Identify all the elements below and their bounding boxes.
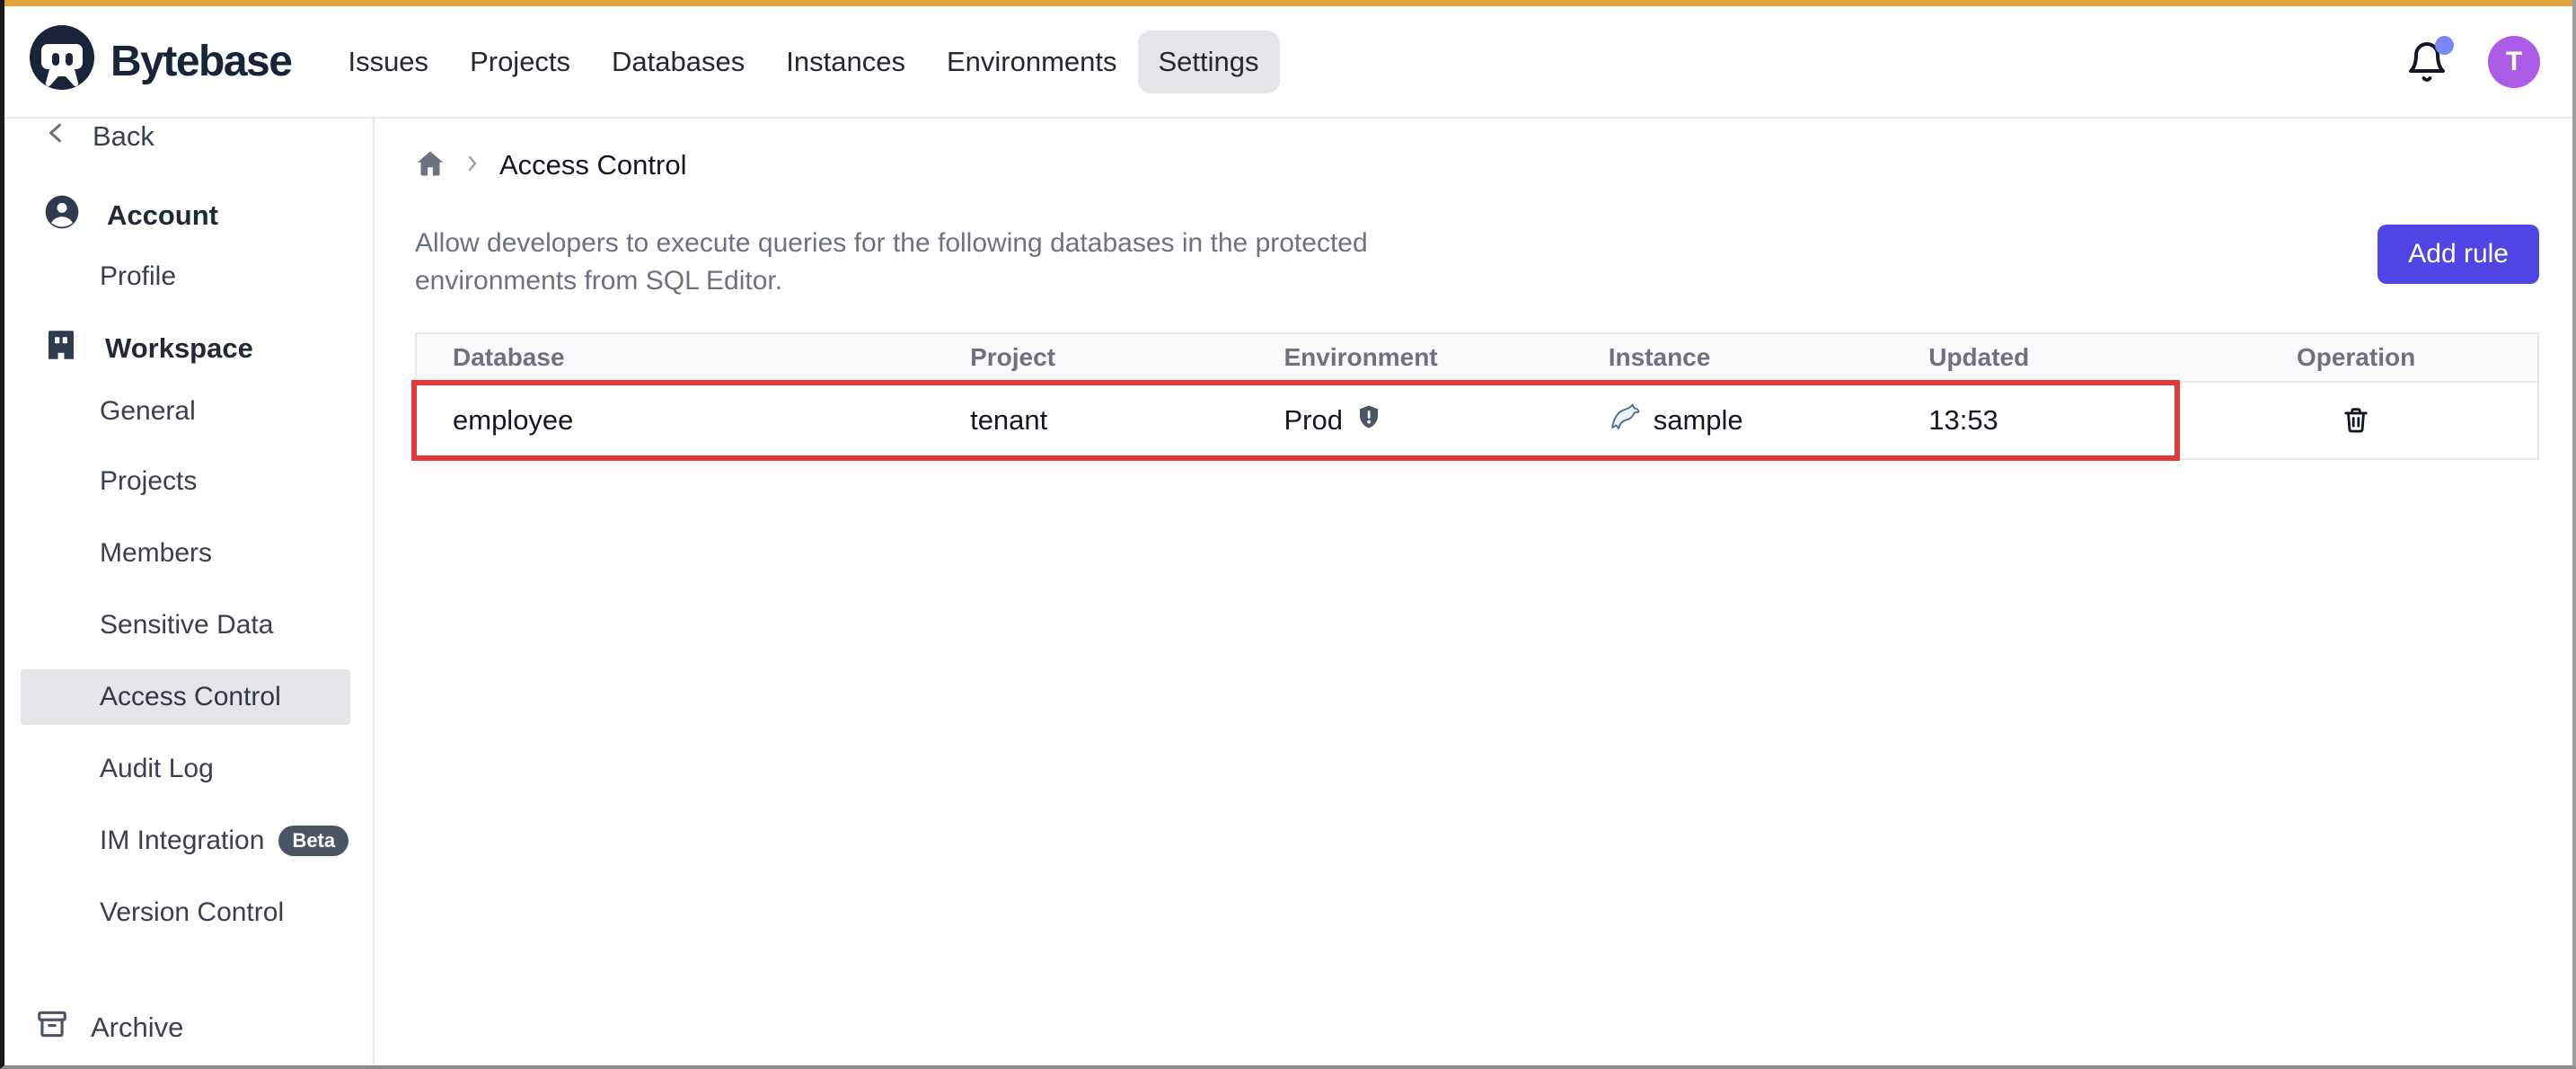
sidebar-item-version-control[interactable]: Version Control — [4, 877, 373, 949]
sidebar-item-label: Sensitive Data — [100, 610, 273, 641]
notification-dot — [2435, 36, 2454, 55]
cell-project: tenant — [934, 404, 1248, 437]
sidebar-item-projects[interactable]: Projects — [4, 446, 373, 517]
sidebar-item-label: Members — [100, 538, 212, 569]
archive-icon — [35, 1007, 69, 1048]
user-avatar[interactable]: T — [2488, 36, 2540, 88]
archive-label: Archive — [91, 1012, 183, 1044]
trash-icon — [2341, 404, 2371, 437]
sidebar-item-members[interactable]: Members — [4, 517, 373, 589]
header-right: T — [2405, 36, 2540, 88]
instance-name: sample — [1654, 404, 1743, 437]
breadcrumb: Access Control — [415, 147, 2539, 183]
column-header-project: Project — [934, 343, 1248, 372]
nav-instances[interactable]: Instances — [765, 31, 926, 93]
table-row[interactable]: employee tenant Prod — [417, 383, 2537, 458]
column-header-updated: Updated — [1892, 343, 2175, 372]
notification-bell-button[interactable] — [2405, 40, 2448, 84]
bytebase-logo-icon — [28, 23, 96, 100]
nav-settings[interactable]: Settings — [1138, 31, 1280, 93]
sidebar-item-im-integration[interactable]: IM Integration Beta — [4, 805, 373, 877]
sidebar-item-access-control[interactable]: Access Control — [21, 669, 350, 725]
add-rule-button[interactable]: Add rule — [2378, 225, 2539, 284]
cell-updated: 13:53 — [1892, 404, 2175, 437]
protected-shield-icon — [1355, 403, 1382, 437]
beta-badge: Beta — [278, 826, 348, 856]
top-accent-stripe — [4, 0, 2572, 6]
chevron-left-icon — [44, 119, 71, 154]
sidebar-section-workspace[interactable]: Workspace — [4, 320, 373, 377]
sidebar-item-label: General — [100, 396, 196, 427]
building-icon — [42, 326, 80, 371]
sidebar-item-audit-log[interactable]: Audit Log — [4, 733, 373, 805]
sidebar-back-button[interactable]: Back — [4, 119, 373, 162]
breadcrumb-chevron-icon — [462, 153, 483, 179]
app-window: Bytebase Issues Projects Databases Insta… — [0, 0, 2576, 1069]
main-content: Access Control Allow developers to execu… — [375, 119, 2572, 1065]
delete-rule-button[interactable] — [2341, 404, 2371, 437]
sidebar-section-account[interactable]: Account — [4, 187, 373, 244]
nav-issues[interactable]: Issues — [327, 31, 449, 93]
top-navbar: Bytebase Issues Projects Databases Insta… — [4, 6, 2572, 119]
brand-name: Bytebase — [110, 37, 291, 86]
bell-icon — [2405, 73, 2448, 88]
settings-sidebar: Back Account Profile — [4, 119, 375, 1065]
cell-instance: sample — [1573, 401, 1893, 440]
column-header-database: Database — [417, 343, 934, 372]
mysql-dolphin-icon — [1609, 401, 1641, 440]
main-nav: Issues Projects Databases Instances Envi… — [327, 31, 1279, 93]
cell-operation — [2175, 404, 2537, 437]
sidebar-item-label: Access Control — [100, 682, 281, 712]
body-row: Back Account Profile — [4, 119, 2572, 1065]
column-header-instance: Instance — [1573, 343, 1893, 372]
sidebar-item-label: Version Control — [100, 897, 284, 928]
sidebar-item-label: Audit Log — [100, 754, 214, 784]
avatar-initial: T — [2506, 47, 2522, 77]
nav-databases[interactable]: Databases — [591, 31, 765, 93]
breadcrumb-current: Access Control — [499, 149, 686, 181]
environment-name: Prod — [1284, 404, 1343, 437]
sidebar-item-profile[interactable]: Profile — [4, 244, 373, 309]
nav-projects[interactable]: Projects — [449, 31, 591, 93]
sidebar-item-archive[interactable]: Archive — [4, 1003, 373, 1053]
sidebar-section-label: Account — [107, 199, 218, 232]
sidebar-item-label: Projects — [100, 466, 197, 497]
cell-database: employee — [417, 404, 934, 437]
content-head: Allow developers to execute queries for … — [415, 225, 2539, 300]
sidebar-item-label: Profile — [100, 261, 176, 292]
nav-environments[interactable]: Environments — [926, 31, 1138, 93]
back-label: Back — [93, 120, 154, 153]
column-header-environment: Environment — [1248, 343, 1573, 372]
access-rules-table: Database Project Environment Instance Up… — [415, 332, 2539, 460]
sidebar-section-label: Workspace — [105, 332, 253, 365]
column-header-operation: Operation — [2175, 343, 2537, 372]
user-circle-icon — [42, 192, 82, 239]
project-name: tenant — [970, 404, 1047, 437]
cell-environment: Prod — [1248, 403, 1573, 437]
sidebar-item-sensitive-data[interactable]: Sensitive Data — [4, 589, 373, 661]
sidebar-item-general[interactable]: General — [4, 377, 373, 446]
home-icon[interactable] — [415, 148, 446, 183]
table-header-row: Database Project Environment Instance Up… — [417, 334, 2537, 383]
bytebase-logo[interactable]: Bytebase — [28, 23, 291, 100]
sidebar-item-label: IM Integration — [100, 826, 264, 856]
page-description: Allow developers to execute queries for … — [415, 225, 1381, 300]
updated-time: 13:53 — [1928, 404, 1998, 437]
database-name: employee — [453, 404, 573, 437]
